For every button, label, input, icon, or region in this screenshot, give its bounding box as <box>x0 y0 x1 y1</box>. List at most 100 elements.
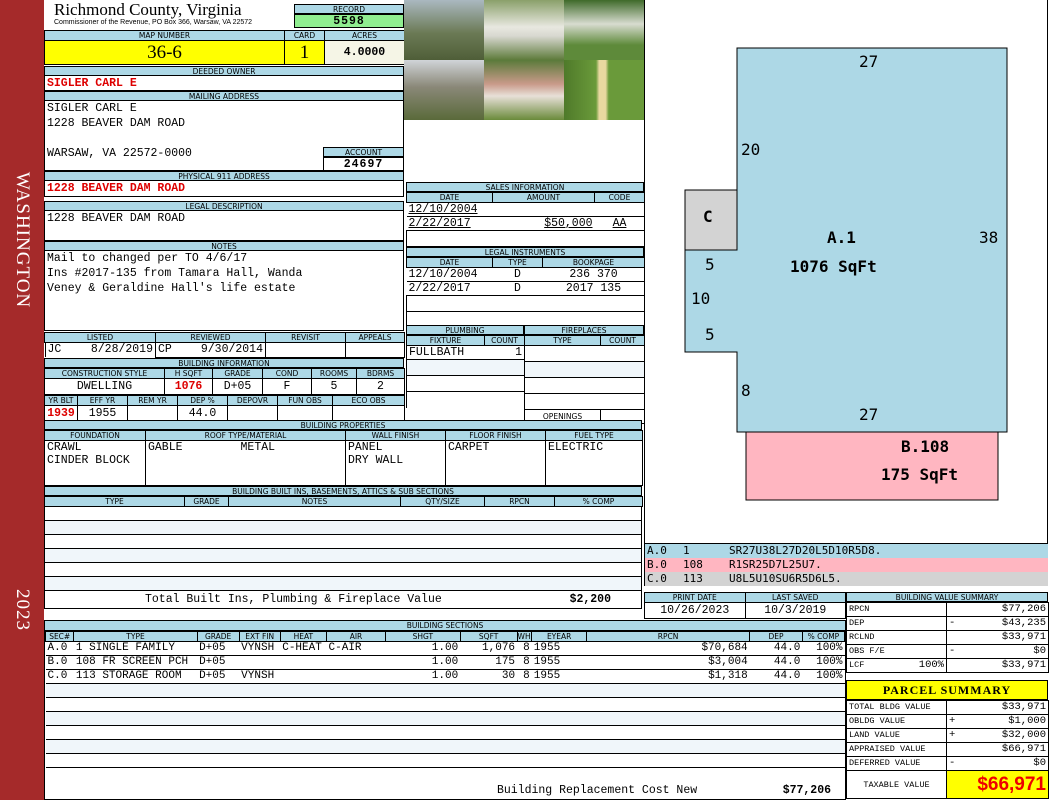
value-label: OBS F/E <box>846 644 907 659</box>
parcel-sign: + <box>946 728 963 743</box>
fireplaces-label: FIREPLACES <box>524 325 644 335</box>
section-cell: 1955 <box>531 669 587 684</box>
builtins-header: GRADE <box>184 496 229 507</box>
section-cell: D+05 <box>197 655 240 670</box>
mailing-line: 1228 BEAVER DAM ROAD <box>47 117 186 130</box>
section-header: % COMP <box>801 631 846 642</box>
empty-cell <box>45 683 845 698</box>
owner-section: DEEDED OWNER SIGLER CARL E MAILING ADDRE… <box>44 66 404 331</box>
vector-field: SR27U38L27D20L5D10R5D8. <box>729 544 882 557</box>
empty-cell <box>45 697 845 712</box>
taxable-value: $66,971 <box>946 770 1049 799</box>
vector-row[interactable]: C.0 113 U8L5U10SU6R5D6L5. <box>645 572 1048 586</box>
sales-row-cell: 2/22/2017 <box>406 216 493 231</box>
section-cell: 1 SINGLE FAMILY <box>73 641 198 656</box>
mailing-line: SIGLER CARL E <box>47 102 137 115</box>
roof-type: GABLE <box>148 441 183 455</box>
section-header: TYPE <box>73 631 198 642</box>
building-value-summary: BUILDING VALUE SUMMARY RPCN $77,206 DEP - $4… <box>846 592 1049 673</box>
review-table: LISTED REVIEWED REVISIT APPEALS JC 8/28/2019… <box>44 332 405 358</box>
instrument-header: DATE <box>406 257 493 268</box>
parcel-summary: PARCEL SUMMARY TOTAL BLDG VALUE $33,971 OB… <box>846 680 1049 799</box>
vector-row[interactable]: B.0 108 R1SR25D7L25U7. <box>645 558 1048 572</box>
building-info-value: D+05 <box>212 378 263 395</box>
property-photo[interactable] <box>404 60 484 120</box>
section-header: EYEAR <box>531 631 588 642</box>
value-amount: $33,971 <box>962 658 1049 673</box>
dim-notch-bottom: 5 <box>705 325 715 344</box>
year-label: 2023 <box>12 589 33 631</box>
parcel-sign: + <box>946 714 963 729</box>
vector-field: 108 <box>683 558 703 571</box>
empty-cell <box>45 711 845 726</box>
fireplace-empty <box>524 393 645 410</box>
value-sign <box>946 658 963 673</box>
section-header: SEC# <box>44 631 75 642</box>
parcel-row: OBLDG VALUE + $1,000 <box>846 714 1049 729</box>
building-info: BUILDING INFORMATION CONSTRUCTION STYLE H… <box>44 358 405 422</box>
parcel-sign <box>946 742 963 757</box>
reviewed-by: CP <box>158 343 172 357</box>
dim-right: 38 <box>979 228 999 247</box>
value-amount: $0 <box>962 644 1049 659</box>
property-header: WALL FINISH <box>345 430 446 441</box>
value-factor <box>906 616 947 631</box>
record-box: RECORD 5598 <box>294 4 404 28</box>
mailing-line <box>45 131 403 146</box>
property-photo[interactable] <box>564 60 644 120</box>
vector-row[interactable]: A.0 1 SR27U38L27D20L5D10R5D8. <box>645 544 1048 558</box>
notes-label: NOTES <box>44 241 404 251</box>
fireplace-empty <box>524 377 645 394</box>
fixture-empty <box>406 375 525 392</box>
instrument-row-cell: 236 370 <box>542 267 645 282</box>
vector-field: R1SR25D7L25U7. <box>729 558 822 571</box>
property-photo[interactable] <box>404 0 484 60</box>
section-row[interactable]: C.0 113 STORAGE ROOM D+05 VYNSH 1.00 30 8 1955 $… <box>45 669 845 684</box>
instrument-row: 2/22/2017 D 2017 135 <box>406 281 645 296</box>
parcel-label: TOTAL BLDG VALUE <box>846 700 947 715</box>
empty-cell <box>45 753 845 768</box>
county-title: Richmond County, Virginia <box>54 0 242 19</box>
section-cell: 1955 <box>531 655 587 670</box>
section-cell: 175 <box>460 655 518 670</box>
parcel-sign <box>946 700 963 715</box>
roof-material: METAL <box>240 441 276 455</box>
owner-label: DEEDED OWNER <box>44 66 404 76</box>
sections-label: BUILDING SECTIONS <box>45 621 845 631</box>
building-info-header: EFF YR <box>77 395 128 406</box>
section-cell: D+05 <box>197 669 240 684</box>
sales-row: 12/10/2004 <box>406 202 645 217</box>
building-info-value: 2 <box>356 378 405 395</box>
last-saved-label: LAST SAVED <box>744 592 846 603</box>
property-photo[interactable] <box>564 0 644 60</box>
vector-field: 1 <box>683 544 690 557</box>
building-info-value: DWELLING <box>44 378 165 395</box>
builtins-row <box>44 563 642 577</box>
property-photo[interactable] <box>484 60 564 120</box>
section-header: DEP <box>749 631 803 642</box>
property-header: FLOOR FINISH <box>445 430 546 441</box>
instrument-row-cell: 2017 135 <box>542 281 645 296</box>
fixture-count: 1 <box>484 345 525 360</box>
building-info-value: 1076 <box>164 378 213 395</box>
section-row[interactable]: B.0 108 FR SCREEN PCH D+05 1.00 175 8 1955 $3,0… <box>45 655 845 670</box>
section-row[interactable]: A.0 1 SINGLE FAMILY D+05 VYNSH C-HEAT C-AIR 1.… <box>45 641 845 656</box>
sales-header: AMOUNT <box>492 192 595 203</box>
instrument-header: BOOKPAGE <box>542 257 645 268</box>
fixture-name: FULLBATH <box>406 345 485 360</box>
building-properties: BUILDING PROPERTIES FOUNDATION ROOF TYPE/… <box>44 420 643 486</box>
section-cell: 8 <box>517 655 532 670</box>
value-sign: - <box>946 644 963 659</box>
appeals-value <box>345 342 405 358</box>
section-header: AIR <box>326 631 386 642</box>
sales-row-cell <box>594 202 645 217</box>
section-cell: C-AIR <box>326 641 386 656</box>
instrument-row-cell: 12/10/2004 <box>406 267 493 282</box>
parcel-amount: $0 <box>962 756 1049 771</box>
property-photo[interactable] <box>484 0 564 60</box>
builtins-label: BUILDING BUILT INS, BASEMENTS, ATTICS & … <box>44 486 642 496</box>
note-line: Mail to changed per TO 4/6/17 <box>47 252 248 265</box>
account-value: 24697 <box>323 157 404 171</box>
dim-left-upper: 20 <box>741 140 761 159</box>
fireplaces-table: FIREPLACES TYPE COUNT OPENINGS <box>524 325 645 424</box>
